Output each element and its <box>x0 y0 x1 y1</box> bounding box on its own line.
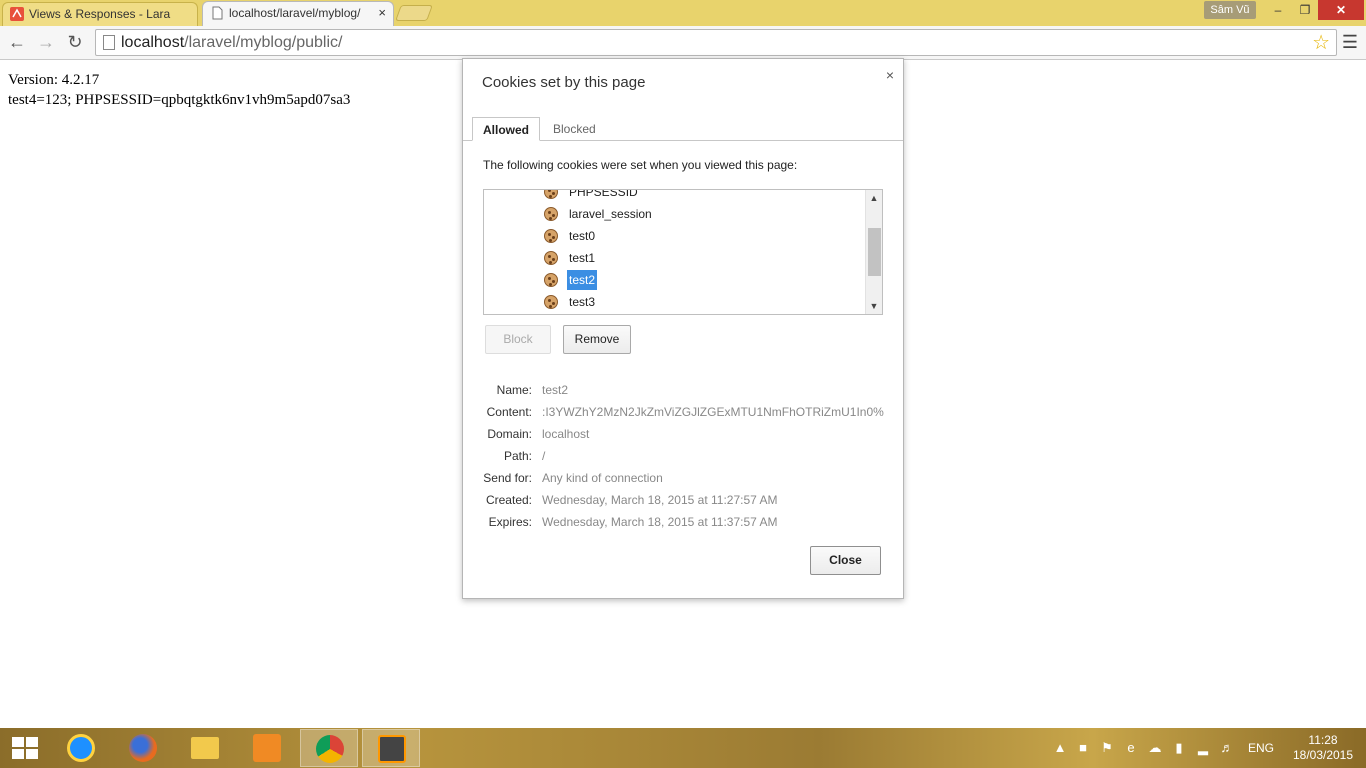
flag-icon[interactable]: ⚑ <box>1099 740 1115 756</box>
detail-row-name: Name: test2 <box>463 379 903 401</box>
detail-row-created: Created: Wednesday, March 18, 2015 at 11… <box>463 489 903 511</box>
detail-value: test2 <box>542 383 569 397</box>
detail-row-content: Content: :I3YWZhY2MzN2JkZmViZGJlZGExMTU1… <box>463 401 903 423</box>
detail-label: Send for: <box>483 471 532 485</box>
detail-value: Any kind of connection <box>542 471 663 485</box>
sublime-text-icon[interactable] <box>362 729 420 767</box>
version-text: Version: 4.2.17 <box>8 72 100 88</box>
cookie-label: test2 <box>567 270 598 290</box>
browser-tab-strip: Views & Responses - Lara localhost/larav… <box>0 0 1366 26</box>
detail-value: Wednesday, March 18, 2015 at 11:27:57 AM <box>542 493 778 507</box>
browser-tab-views-responses[interactable]: Views & Responses - Lara <box>2 2 198 26</box>
minimize-button[interactable]: – <box>1264 0 1292 20</box>
windows-start-icon[interactable] <box>12 737 38 759</box>
dialog-tabs: Allowed Blocked <box>463 117 903 141</box>
cookie-label: laravel_session <box>569 207 652 221</box>
battery-icon[interactable]: ▮ <box>1171 740 1187 756</box>
cookie-icon <box>544 251 558 265</box>
detail-label: Path: <box>503 449 532 463</box>
taskbar: ▲ ■ ⚑ e ☁ ▮ ▂ ♬ ENG 11:28 18/03/2015 <box>0 728 1366 768</box>
cookie-icon <box>544 190 558 199</box>
network-signal-icon[interactable]: ▂ <box>1195 740 1211 756</box>
detail-row-expires: Expires: Wednesday, March 18, 2015 at 11… <box>463 511 903 533</box>
block-button[interactable]: Block <box>485 325 551 354</box>
clock-time: 11:28 <box>1308 733 1338 747</box>
scroll-down-arrow-icon[interactable]: ▼ <box>866 298 882 314</box>
detail-label: Created: <box>485 493 532 507</box>
detail-label: Expires: <box>488 515 532 529</box>
tab-title: Views & Responses - Lara <box>29 7 171 21</box>
chrome-icon[interactable] <box>300 729 358 767</box>
detail-value: :I3YWZhY2MzN2JkZmViZGJlZGExMTU1NmFhOTRiZ… <box>542 405 884 419</box>
cookie-icon <box>544 295 558 309</box>
cookie-label: test3 <box>569 295 596 309</box>
browser-tab-localhost[interactable]: localhost/laravel/myblog/ × <box>202 1 394 26</box>
detail-label: Name: <box>496 383 532 397</box>
dialog-close-icon[interactable]: × <box>886 67 894 83</box>
cookie-icon <box>544 229 558 243</box>
internet-explorer-icon[interactable] <box>52 729 110 767</box>
back-arrow-icon[interactable]: ← <box>6 31 28 53</box>
bookmark-star-icon[interactable]: ☆ <box>1312 31 1330 55</box>
hamburger-menu-icon[interactable]: ☰ <box>1341 32 1359 52</box>
language-indicator[interactable]: ENG <box>1248 741 1274 755</box>
cookies-dialog: Cookies set by this page × Allowed Block… <box>462 58 904 599</box>
restore-button[interactable]: ❐ <box>1291 0 1319 20</box>
cookie-icon <box>544 207 558 221</box>
detail-label: Content: <box>486 405 532 419</box>
cookie-label: test1 <box>569 251 596 265</box>
media-player-icon[interactable] <box>238 729 296 767</box>
tab-allowed[interactable]: Allowed <box>472 117 540 141</box>
remove-button[interactable]: Remove <box>563 325 631 354</box>
url-path: /laravel/myblog/public/ <box>184 34 343 51</box>
profile-button[interactable]: Sâm Vũ <box>1204 1 1256 19</box>
cookie-string-text: test4=123; PHPSESSID=qpbqtgktk6nv1vh9m5a… <box>8 92 351 108</box>
clock-date: 18/03/2015 <box>1292 748 1354 762</box>
forward-arrow-icon[interactable]: → <box>35 31 57 53</box>
address-bar[interactable]: localhost/laravel/myblog/public/ ☆ <box>95 29 1337 56</box>
close-button[interactable]: Close <box>810 546 881 575</box>
page-favicon-icon <box>212 6 223 20</box>
cookie-tree[interactable]: PHPSESSID laravel_session test0 test1 te… <box>483 189 883 315</box>
volume-icon[interactable]: ♬ <box>1219 740 1235 756</box>
detail-value: / <box>542 449 546 463</box>
tab-close-icon[interactable]: × <box>378 2 386 24</box>
scroll-thumb[interactable] <box>868 228 881 276</box>
reload-icon[interactable]: ↻ <box>64 31 86 53</box>
file-explorer-icon[interactable] <box>176 729 234 767</box>
cookie-label: PHPSESSID <box>569 189 638 199</box>
laravel-favicon-icon <box>10 7 24 21</box>
ie-tray-icon[interactable]: e <box>1123 740 1139 756</box>
url-host: localhost <box>121 34 185 51</box>
scroll-up-arrow-icon[interactable]: ▲ <box>866 190 882 206</box>
detail-value: localhost <box>542 427 590 441</box>
detail-row-domain: Domain: localhost <box>463 423 903 445</box>
detail-value: Wednesday, March 18, 2015 at 11:37:57 AM <box>542 515 778 529</box>
cloud-icon[interactable]: ☁ <box>1147 740 1163 756</box>
page-content: Version: 4.2.17 test4=123; PHPSESSID=qpb… <box>8 70 350 110</box>
cookie-label: test0 <box>569 229 596 243</box>
cookie-icon <box>544 273 558 287</box>
browser-toolbar: ← → ↻ localhost/laravel/myblog/public/ ☆… <box>0 26 1366 60</box>
detail-label: Domain: <box>487 427 532 441</box>
detail-row-path: Path: / <box>463 445 903 467</box>
page-icon <box>103 35 115 50</box>
window-close-button[interactable]: ✕ <box>1318 0 1364 20</box>
tree-scrollbar[interactable]: ▲ ▼ <box>865 190 882 314</box>
firefox-icon[interactable] <box>114 729 172 767</box>
tab-blocked[interactable]: Blocked <box>543 117 606 141</box>
show-hidden-icons-icon[interactable]: ▲ <box>1052 740 1068 756</box>
dialog-title: Cookies set by this page <box>482 74 646 91</box>
tab-title: localhost/laravel/myblog/ <box>229 6 361 20</box>
system-clock[interactable]: 11:28 18/03/2015 <box>1290 733 1356 763</box>
new-tab-button[interactable] <box>395 5 433 21</box>
notes-icon[interactable]: ■ <box>1075 740 1091 756</box>
detail-row-send-for: Send for: Any kind of connection <box>463 467 903 489</box>
url-text[interactable]: localhost/laravel/myblog/public/ <box>121 34 342 52</box>
dialog-description: The following cookies were set when you … <box>483 158 798 172</box>
